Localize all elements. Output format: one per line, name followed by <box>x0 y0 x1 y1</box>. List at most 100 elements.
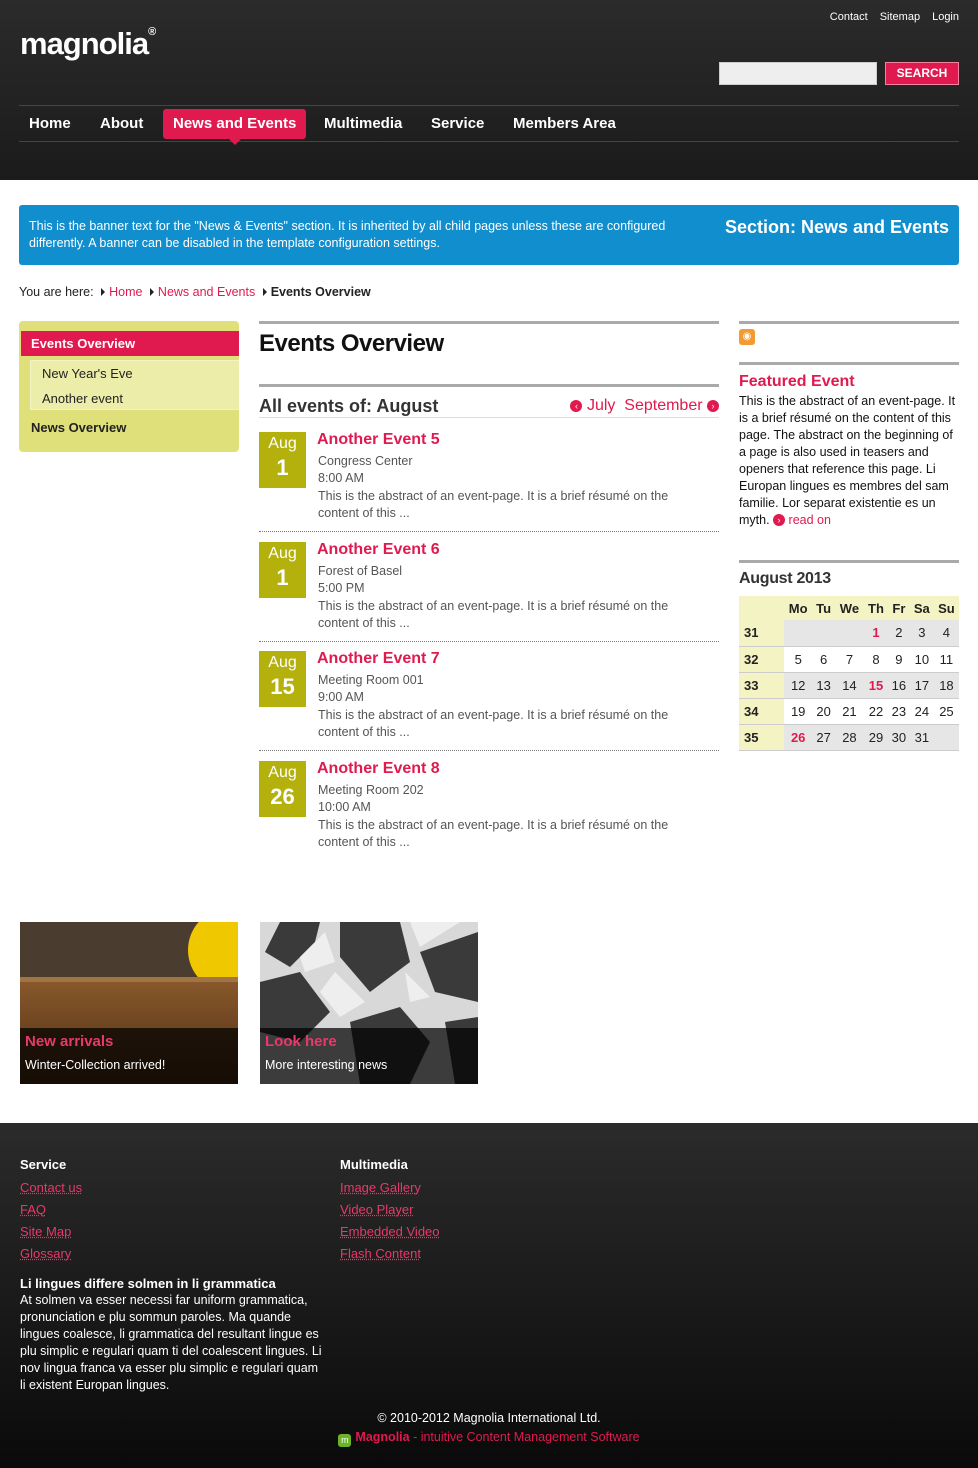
divider <box>259 321 719 324</box>
calendar-day: 11 <box>933 646 959 673</box>
prev-month-link[interactable]: July <box>587 397 615 414</box>
chevron-right-icon: › <box>707 400 719 412</box>
event-item: Aug 1 Another Event 6 Forest of Basel 5:0… <box>259 532 719 642</box>
calendar-day-header: Fr <box>887 596 910 620</box>
nav-item-members-area[interactable]: Members Area <box>503 109 626 139</box>
powered-by-link[interactable]: Magnolia - intuitive Content Management … <box>355 1430 639 1444</box>
banner-title: Section: News and Events <box>724 217 949 237</box>
calendar-day[interactable]: 1 <box>863 620 888 647</box>
calendar-table: Mo Tu We Th Fr Sa Su 31 1 2 3 4 32 5 6 7 8 9 10 11 33… <box>739 596 959 751</box>
calendar-week-row: 35 26 27 28 29 30 31 <box>739 724 959 751</box>
calendar-day: 18 <box>933 672 959 699</box>
calendar-day: 24 <box>909 698 934 725</box>
read-on-link[interactable]: read on <box>789 513 831 527</box>
subnav-item-news-overview[interactable]: News Overview <box>31 420 126 435</box>
nav-item-home[interactable]: Home <box>19 109 81 139</box>
login-link[interactable]: Login <box>932 11 959 23</box>
footer-link-flash-content[interactable]: Flash Content <box>340 1243 440 1265</box>
calendar-day-header: Mo <box>784 596 813 620</box>
footer-link-glossary[interactable]: Glossary <box>20 1243 82 1265</box>
footer-link-video-player[interactable]: Video Player <box>340 1199 440 1221</box>
nav-item-about[interactable]: About <box>90 109 153 139</box>
footer-about: Li lingues differe solmen in li grammati… <box>20 1275 325 1394</box>
footer-column-title: Service <box>20 1157 67 1172</box>
subnav-item-another-event[interactable]: Another event <box>31 386 239 411</box>
calendar-day: 13 <box>812 672 835 699</box>
breadcrumb-arrow-icon <box>262 288 267 296</box>
calendar-day: 14 <box>834 672 864 699</box>
magnolia-logo[interactable]: magnolia® <box>20 26 156 62</box>
contact-link[interactable]: Contact <box>830 11 868 23</box>
next-month-link[interactable]: September <box>624 397 702 414</box>
calendar-day: 20 <box>812 698 835 725</box>
calendar-day[interactable]: 26 <box>784 724 813 751</box>
footer-link-faq[interactable]: FAQ <box>20 1199 82 1221</box>
teaser-look-here[interactable]: Look here More interesting news <box>260 922 478 1084</box>
event-title-link[interactable]: Another Event 8 <box>317 760 440 778</box>
calendar-week-row: 32 5 6 7 8 9 10 11 <box>739 646 959 673</box>
banner-text: This is the banner text for the "News & … <box>29 219 666 250</box>
calendar-day: 23 <box>887 698 910 725</box>
calendar-title: August 2013 <box>739 570 831 587</box>
calendar-week-row: 33 12 13 14 15 16 17 18 <box>739 672 959 699</box>
calendar-header <box>739 596 784 620</box>
teaser-subtitle: More interesting news <box>265 1058 388 1072</box>
event-abstract: This is the abstract of an event-page. I… <box>318 818 669 849</box>
nav-item-multimedia[interactable]: Multimedia <box>314 109 412 139</box>
rss-box: ◉ <box>739 321 959 365</box>
rss-icon[interactable]: ◉ <box>739 329 755 345</box>
footer-link-image-gallery[interactable]: Image Gallery <box>340 1177 440 1199</box>
subnav-children: New Year's Eve Another event <box>30 360 239 410</box>
section-subnavigation: Events Overview New Year's Eve Another e… <box>19 321 239 452</box>
calendar-day: 7 <box>834 646 864 673</box>
event-item: Aug 26 Another Event 8 Meeting Room 202 1… <box>259 751 719 861</box>
calendar-week-number: 32 <box>739 646 784 673</box>
nav-item-news-and-events[interactable]: News and Events <box>163 109 307 145</box>
teaser-caption: Look here More interesting news <box>260 1028 478 1084</box>
calendar-week-number: 31 <box>739 620 784 647</box>
teaser-new-arrivals[interactable]: New arrivals Winter-Collection arrived! <box>20 922 238 1084</box>
event-title-link[interactable]: Another Event 5 <box>317 431 440 449</box>
event-abstract: This is the abstract of an event-page. I… <box>318 708 669 739</box>
copyright: © 2010-2012 Magnolia International Ltd. <box>377 1411 601 1425</box>
breadcrumb-news-and-events[interactable]: News and Events <box>158 285 255 299</box>
breadcrumb-home[interactable]: Home <box>109 285 142 299</box>
calendar-day: 21 <box>834 698 864 725</box>
breadcrumb: You are here: Home News and Events Event… <box>19 285 371 299</box>
events-heading: All events of: August <box>259 396 439 416</box>
event-time: 5:00 PM <box>318 581 365 595</box>
sitemap-link[interactable]: Sitemap <box>880 11 920 23</box>
event-calendar: August 2013 Mo Tu We Th Fr Sa Su 31 1 2 3 4 3… <box>739 560 959 751</box>
calendar-day: 31 <box>909 724 934 751</box>
footer-multimedia-column: Multimedia Image Gallery Video Player Em… <box>340 1157 440 1265</box>
event-abstract: This is the abstract of an event-page. I… <box>318 599 669 630</box>
calendar-week-row: 31 1 2 3 4 <box>739 620 959 647</box>
nav-item-service[interactable]: Service <box>421 109 494 139</box>
subnav-item-new-years-eve[interactable]: New Year's Eve <box>31 361 239 386</box>
footer-link-contact-us[interactable]: Contact us <box>20 1177 82 1199</box>
calendar-day: 6 <box>812 646 835 673</box>
subnav-item-events-overview[interactable]: Events Overview <box>21 331 239 356</box>
footer-link-embedded-video[interactable]: Embedded Video <box>340 1221 440 1243</box>
event-title-link[interactable]: Another Event 7 <box>317 650 440 668</box>
calendar-day-header: Tu <box>812 596 835 620</box>
site-footer: Service Contact us FAQ Site Map Glossary… <box>0 1123 978 1468</box>
page-title: Events Overview <box>259 330 444 357</box>
calendar-week-number: 33 <box>739 672 784 699</box>
search-button[interactable]: SEARCH <box>885 62 959 85</box>
powered-by: m Magnolia - intuitive Content Management… <box>0 1430 978 1447</box>
footer-link-site-map[interactable]: Site Map <box>20 1221 82 1243</box>
event-item: Aug 15 Another Event 7 Meeting Room 001 9… <box>259 641 719 751</box>
calendar-week-row: 34 19 20 21 22 23 24 25 <box>739 698 959 725</box>
event-title-link[interactable]: Another Event 6 <box>317 541 440 559</box>
chevron-left-icon: ‹ <box>570 400 583 412</box>
calendar-day <box>834 620 864 647</box>
calendar-day: 25 <box>933 698 959 725</box>
event-date: Aug 1 <box>259 432 306 488</box>
search-input[interactable] <box>719 62 877 85</box>
event-date: Aug 26 <box>259 761 306 817</box>
calendar-week-number: 35 <box>739 724 784 751</box>
calendar-day[interactable]: 15 <box>863 672 888 699</box>
event-abstract: This is the abstract of an event-page. I… <box>318 489 669 520</box>
calendar-day <box>812 620 835 647</box>
